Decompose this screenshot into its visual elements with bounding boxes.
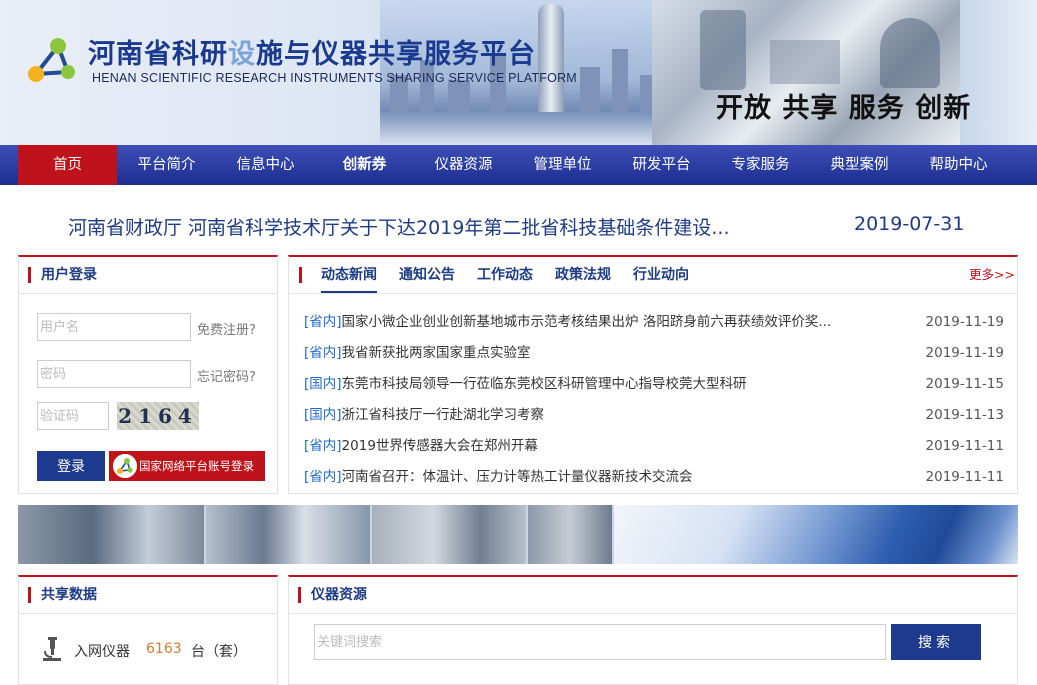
login-panel: 用户登录 免费注册? 忘记密码? 2164 登录 国家网络平台账号登录: [18, 255, 278, 494]
password-input[interactable]: [37, 360, 191, 388]
news-tag[interactable]: [国内]: [304, 407, 342, 423]
nav-item-help-center[interactable]: 帮助中心: [909, 145, 1008, 185]
instrument-resources-title: 仪器资源: [289, 577, 367, 613]
platform-logo-icon[interactable]: [24, 34, 80, 84]
news-title-link[interactable]: 东莞市科技局领导一行莅临东莞校区科研管理中心指导校莞大型科研: [342, 369, 747, 400]
news-tag[interactable]: [省内]: [304, 314, 342, 330]
list-item: [省内]国家小微企业创业创新基地城市示范考核结果出炉 洛阳跻身前六再获绩效评价奖…: [304, 307, 1004, 338]
search-button[interactable]: 搜索: [891, 624, 981, 660]
news-title-link[interactable]: 我省新获批两家国家重点实验室: [342, 338, 531, 369]
news-title-link[interactable]: 浙江省科技厅一行赴湖北学习考察: [342, 400, 545, 431]
news-title-link[interactable]: 2019世界传感器大会在郑州开幕: [342, 431, 538, 462]
instrument-resources-panel: 仪器资源 搜索: [288, 575, 1018, 685]
forgot-password-link[interactable]: 忘记密码?: [197, 366, 256, 385]
tab-notices[interactable]: 通知公告: [399, 257, 455, 293]
site-subtitle: HENAN SCIENTIFIC RESEARCH INSTRUMENTS SH…: [92, 71, 577, 85]
site-title: 河南省科研设施与仪器共享服务平台: [88, 39, 536, 70]
register-link[interactable]: 免费注册?: [197, 319, 256, 338]
captcha-input[interactable]: [37, 402, 109, 430]
platform-logo-icon: [113, 454, 137, 478]
shared-data-panel: 共享数据 入网仪器 6163 台（套）: [18, 575, 278, 685]
nav-item-about[interactable]: 平台简介: [117, 145, 216, 185]
news-date: 2019-11-15: [925, 376, 1004, 392]
news-tag[interactable]: [省内]: [304, 345, 342, 361]
list-item: [省内]2019世界传感器大会在郑州开幕 2019-11-11: [304, 431, 1004, 462]
photo-lab-2: [206, 505, 370, 564]
news-tag[interactable]: [省内]: [304, 469, 342, 485]
news-date: 2019-11-11: [925, 469, 1004, 485]
stat-label: 入网仪器: [74, 644, 130, 660]
nav-item-typical-cases[interactable]: 典型案例: [810, 145, 909, 185]
news-date: 2019-11-13: [925, 407, 1004, 423]
login-panel-title: 用户登录: [19, 257, 97, 293]
nav-item-home[interactable]: 首页: [18, 145, 117, 185]
news-date: 2019-11-11: [925, 438, 1004, 454]
list-item: [省内]河南省召开：体温计、压力计等热工计量仪器新技术交流会 2019-11-11: [304, 462, 1004, 493]
news-date: 2019-11-19: [925, 345, 1004, 361]
photo-lab-1: [18, 505, 204, 564]
captcha-image[interactable]: 2164: [117, 402, 199, 430]
login-button[interactable]: 登录: [37, 451, 105, 481]
nav-item-info-center[interactable]: 信息中心: [216, 145, 315, 185]
shared-data-title: 共享数据: [19, 577, 97, 613]
headline-date: 2019-07-31: [854, 213, 965, 235]
news-title-link[interactable]: 国家小微企业创业创新基地城市示范考核结果出炉 洛阳跻身前六再获绩效评价奖...: [342, 307, 832, 338]
main-nav: 首页 平台简介 信息中心 创新券 仪器资源 管理单位 研发平台 专家服务 典型案…: [0, 145, 1037, 185]
nav-item-instrument-resources[interactable]: 仪器资源: [414, 145, 513, 185]
list-item: [省内]我省新获批两家国家重点实验室 2019-11-19: [304, 338, 1004, 369]
photo-lab-3: [372, 505, 526, 564]
tab-industry-trends[interactable]: 行业动向: [633, 257, 689, 293]
news-tag[interactable]: [省内]: [304, 438, 342, 454]
header-banner: 河南省科研设施与仪器共享服务平台 HENAN SCIENTIFIC RESEAR…: [0, 0, 1037, 145]
news-tabs: 动态新闻 通知公告 工作动态 政策法规 行业动向: [299, 257, 689, 293]
news-title-link[interactable]: 河南省召开：体温计、压力计等热工计量仪器新技术交流会: [342, 462, 693, 493]
photo-lab-4: [528, 505, 612, 564]
tab-work-updates[interactable]: 工作动态: [477, 257, 533, 293]
slogan: 开放 共享 服务 创新: [716, 93, 972, 124]
stat-value: 6163: [146, 641, 182, 657]
photo-banner[interactable]: [18, 505, 1018, 564]
stat-unit: 台（套）: [191, 644, 247, 660]
tab-policies[interactable]: 政策法规: [555, 257, 611, 293]
news-panel: 动态新闻 通知公告 工作动态 政策法规 行业动向 更多>> [省内]国家小微企业…: [288, 255, 1018, 494]
microscope-icon: [43, 637, 61, 661]
national-platform-login-button[interactable]: 国家网络平台账号登录: [109, 451, 265, 481]
news-tag[interactable]: [国内]: [304, 376, 342, 392]
news-date: 2019-11-19: [925, 314, 1004, 330]
nav-item-rd-platform[interactable]: 研发平台: [612, 145, 711, 185]
tab-dynamic-news[interactable]: 动态新闻: [321, 257, 377, 293]
keyword-search-input[interactable]: [314, 624, 886, 660]
decorative-blue-graphic: [614, 505, 1018, 564]
nav-item-innovation-voucher[interactable]: 创新券: [315, 145, 414, 185]
list-item: [国内]东莞市科技局领导一行莅临东莞校区科研管理中心指导校莞大型科研 2019-1…: [304, 369, 1004, 400]
nav-item-management-units[interactable]: 管理单位: [513, 145, 612, 185]
more-link[interactable]: 更多>>: [969, 257, 1015, 293]
news-list: [省内]国家小微企业创业创新基地城市示范考核结果出炉 洛阳跻身前六再获绩效评价奖…: [304, 307, 1004, 493]
list-item: [国内]浙江省科技厅一行赴湖北学习考察 2019-11-13: [304, 400, 1004, 431]
username-input[interactable]: [37, 313, 191, 341]
headline-link[interactable]: 河南省财政厅 河南省科学技术厅关于下达2019年第二批省科技基础条件建设...: [68, 213, 730, 240]
nav-item-expert-service[interactable]: 专家服务: [711, 145, 810, 185]
